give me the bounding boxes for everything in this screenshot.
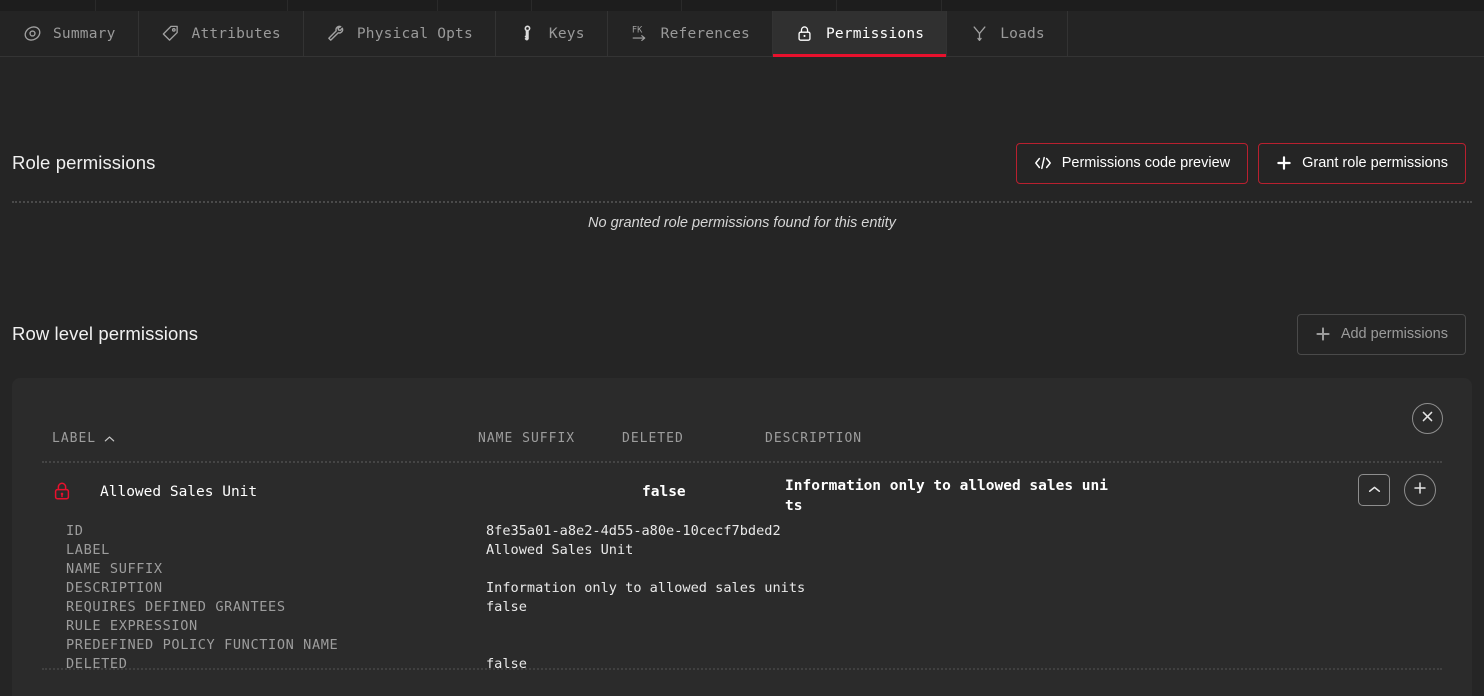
tag-icon: [161, 24, 181, 44]
detail-key: RULE EXPRESSION: [66, 617, 198, 636]
plus-icon: [1276, 155, 1292, 171]
cell-description: Information only to allowed sales units: [785, 476, 1115, 516]
detail-value: Information only to allowed sales units: [486, 579, 805, 598]
summary-icon: [22, 24, 42, 44]
detail-value: false: [486, 655, 527, 674]
button-label: Add permissions: [1341, 326, 1448, 342]
permissions-content: Role permissions Permissions code previe…: [0, 57, 1484, 696]
permissions-page: Summary Attributes Physical Opts: [0, 0, 1484, 696]
column-label: NAME SUFFIX: [478, 431, 575, 446]
tab-keys[interactable]: Keys: [496, 11, 608, 56]
detail-value: false: [486, 598, 527, 617]
tab-references[interactable]: FK References: [608, 11, 773, 56]
button-label: Grant role permissions: [1302, 155, 1448, 171]
detail-row: LABEL Allowed Sales Unit: [66, 541, 1442, 560]
detail-key: LABEL: [66, 541, 110, 560]
button-label: Permissions code preview: [1062, 155, 1230, 171]
detail-row: RULE EXPRESSION: [66, 617, 1442, 636]
code-icon: [1034, 155, 1052, 171]
collapse-row-button[interactable]: [1358, 474, 1390, 506]
row-level-permissions-header: Row level permissions Add permissions: [0, 310, 1484, 358]
chevron-up-icon: [1368, 481, 1381, 499]
cell-deleted: false: [642, 482, 686, 502]
tab-label: References: [661, 26, 750, 42]
tab-attributes[interactable]: Attributes: [139, 11, 304, 56]
detail-row: ID 8fe35a01-a8e2-4d55-a80e-10cecf7bded2: [66, 522, 1442, 541]
row-level-permissions-card: LABEL NAME SUFFIX DELETED DESCRIPTION: [12, 378, 1472, 696]
row-detail-list: ID 8fe35a01-a8e2-4d55-a80e-10cecf7bded2 …: [66, 522, 1442, 674]
role-permissions-empty-message: No granted role permissions found for th…: [0, 215, 1484, 231]
detail-row: DESCRIPTION Information only to allowed …: [66, 579, 1442, 598]
detail-key: DELETED: [66, 655, 128, 674]
tab-label: Keys: [549, 26, 585, 42]
detail-row: PREDEFINED POLICY FUNCTION NAME: [66, 636, 1442, 655]
window-top-strip: [0, 0, 1484, 11]
funnel-icon: [969, 24, 989, 44]
sort-asc-icon: [104, 433, 115, 445]
column-header-name-suffix[interactable]: NAME SUFFIX: [478, 431, 575, 446]
role-permissions-actions: Permissions code preview Grant role perm…: [1016, 143, 1466, 184]
detail-key: PREDEFINED POLICY FUNCTION NAME: [66, 636, 338, 655]
role-permissions-title: Role permissions: [12, 152, 155, 174]
detail-value: 8fe35a01-a8e2-4d55-a80e-10cecf7bded2: [486, 522, 781, 541]
column-label: LABEL: [52, 431, 96, 446]
close-icon: [1421, 410, 1434, 428]
detail-row: DELETED false: [66, 655, 1442, 674]
foreign-key-icon: FK: [630, 24, 650, 44]
role-permissions-header: Role permissions Permissions code previe…: [0, 139, 1484, 187]
tab-summary[interactable]: Summary: [0, 11, 139, 56]
column-header-label[interactable]: LABEL: [52, 431, 115, 446]
lock-closed-icon: [52, 481, 72, 507]
add-permissions-button[interactable]: Add permissions: [1297, 314, 1466, 355]
detail-key: NAME SUFFIX: [66, 560, 163, 579]
tab-label: Physical Opts: [357, 26, 473, 42]
plus-icon: [1413, 481, 1427, 500]
row-level-permissions-actions: Add permissions: [1297, 314, 1466, 355]
close-card-button[interactable]: [1412, 403, 1443, 434]
tab-label: Attributes: [192, 26, 281, 42]
table-header-divider: [42, 461, 1442, 463]
tab-label: Permissions: [826, 26, 924, 42]
key-icon: [518, 24, 538, 44]
detail-value: Allowed Sales Unit: [486, 541, 633, 560]
plus-icon: [1315, 326, 1331, 342]
table-row[interactable]: Allowed Sales Unit false Information onl…: [42, 470, 1448, 514]
detail-key: REQUIRES DEFINED GRANTEES: [66, 598, 286, 617]
row-level-permissions-title: Row level permissions: [12, 323, 198, 345]
detail-row: REQUIRES DEFINED GRANTEES false: [66, 598, 1442, 617]
entity-tab-bar: Summary Attributes Physical Opts: [0, 11, 1484, 57]
detail-key: ID: [66, 522, 84, 541]
wrench-icon: [326, 24, 346, 44]
column-label: DELETED: [622, 431, 684, 446]
add-row-permission-button[interactable]: [1404, 474, 1436, 506]
row-bottom-divider: [42, 668, 1442, 670]
column-header-deleted[interactable]: DELETED: [622, 431, 684, 446]
column-header-description[interactable]: DESCRIPTION: [765, 431, 862, 446]
grant-role-permissions-button[interactable]: Grant role permissions: [1258, 143, 1466, 184]
detail-key: DESCRIPTION: [66, 579, 163, 598]
permissions-table-header: LABEL NAME SUFFIX DELETED DESCRIPTION: [42, 431, 1442, 451]
role-permissions-divider: [12, 201, 1472, 203]
tab-label: Loads: [1000, 26, 1045, 42]
row-actions: [1358, 474, 1436, 506]
lock-icon: [795, 24, 815, 44]
tab-label: Summary: [53, 26, 116, 42]
column-label: DESCRIPTION: [765, 431, 862, 446]
permissions-code-preview-button[interactable]: Permissions code preview: [1016, 143, 1248, 184]
svg-text:FK: FK: [631, 26, 642, 36]
tab-physical-opts[interactable]: Physical Opts: [304, 11, 496, 56]
tab-permissions[interactable]: Permissions: [773, 11, 947, 56]
detail-row: NAME SUFFIX: [66, 560, 1442, 579]
cell-label: Allowed Sales Unit: [100, 482, 257, 502]
tab-loads[interactable]: Loads: [947, 11, 1068, 56]
